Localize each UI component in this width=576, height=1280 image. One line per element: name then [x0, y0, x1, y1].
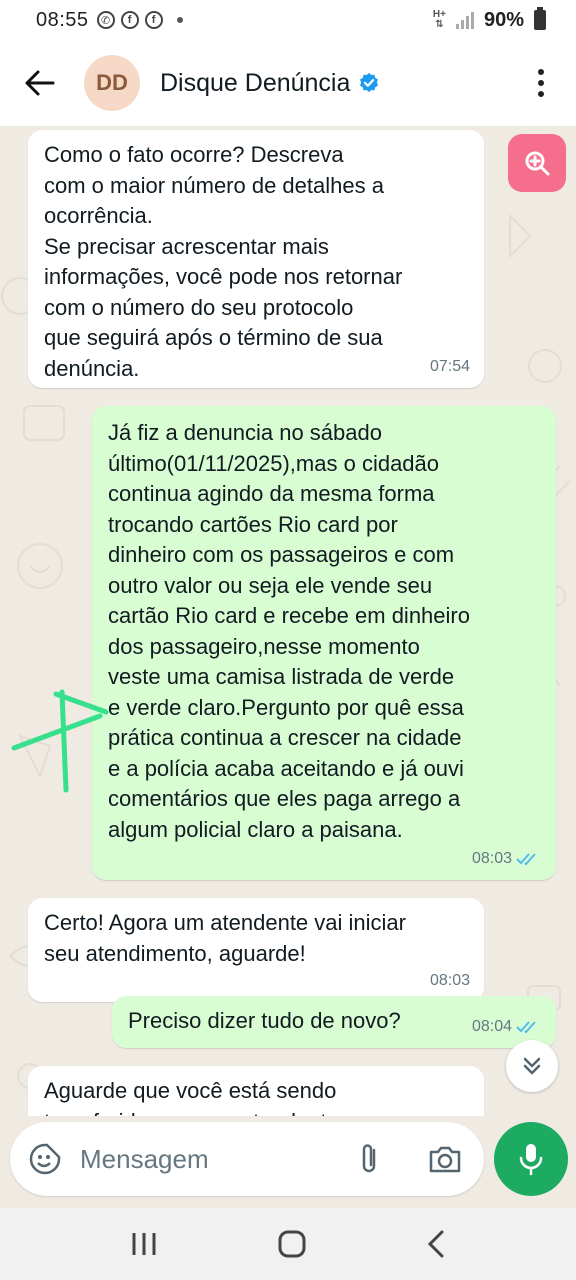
- facebook-notification-icon-2: f: [144, 11, 163, 29]
- message-outgoing[interactable]: Já fiz a denuncia no sábado último(01/11…: [92, 406, 556, 880]
- more-options-button[interactable]: [526, 69, 556, 97]
- message-incoming[interactable]: Como o fato ocorre? Descreva com o maior…: [28, 130, 484, 388]
- network-type-icon: H+ ⇅: [432, 9, 446, 30]
- more-vertical-icon: [538, 69, 544, 75]
- voice-message-button[interactable]: [494, 1122, 568, 1196]
- recent-apps-icon[interactable]: [130, 1231, 158, 1257]
- read-ticks-icon: [516, 1021, 536, 1034]
- read-ticks-icon: [516, 853, 536, 866]
- message-time: 08:04: [471, 1017, 512, 1035]
- battery-percent: 90%: [483, 8, 524, 31]
- message-time: 08:03: [471, 849, 512, 867]
- message-input[interactable]: Mensagem: [80, 1144, 356, 1175]
- back-button[interactable]: [20, 63, 60, 103]
- scroll-to-bottom-button[interactable]: [506, 1040, 558, 1092]
- contact-name: Disque Denúncia: [160, 68, 351, 97]
- chat-area[interactable]: Como o fato ocorre? Descreva com o maior…: [0, 126, 576, 1116]
- whatsapp-notification-icon: ✆: [96, 11, 115, 29]
- zoom-button[interactable]: [508, 134, 566, 192]
- paperclip-icon[interactable]: [356, 1142, 384, 1176]
- notification-icons: ✆ f f: [96, 11, 183, 29]
- sticker-icon[interactable]: [28, 1142, 62, 1176]
- message-text: Como o fato ocorre? Descreva com o maior…: [44, 142, 403, 381]
- signal-icon: [455, 11, 474, 29]
- message-incoming[interactable]: Aguarde que você está sendo transferido …: [28, 1066, 484, 1116]
- message-text: Certo! Agora um atendente vai iniciar se…: [44, 910, 406, 966]
- double-chevron-down-icon: [523, 1057, 541, 1075]
- arrow-left-icon: [25, 70, 55, 96]
- back-nav-icon[interactable]: [426, 1230, 446, 1258]
- microphone-icon: [519, 1144, 543, 1176]
- avatar[interactable]: DD: [84, 55, 140, 111]
- verified-badge-icon: [360, 72, 379, 93]
- facebook-notification-icon: f: [120, 11, 139, 29]
- message-input-bar[interactable]: Mensagem: [10, 1122, 484, 1196]
- message-text: Já fiz a denuncia no sábado último(01/11…: [108, 420, 470, 842]
- system-navigation-bar: [0, 1208, 576, 1280]
- contact-info[interactable]: Disque Denúncia: [160, 69, 380, 98]
- message-time: 08:03: [429, 971, 470, 989]
- camera-icon[interactable]: [428, 1144, 462, 1174]
- message-composer: Mensagem: [0, 1116, 576, 1208]
- battery-icon: [534, 7, 546, 30]
- status-bar: 08:55 ✆ f f H+ ⇅ 90%: [0, 0, 576, 40]
- chat-header: DD Disque Denúncia: [0, 40, 576, 126]
- message-text: Aguarde que você está sendo transferido …: [44, 1078, 339, 1116]
- message-time: 07:54: [429, 357, 470, 375]
- message-outgoing[interactable]: Preciso dizer tudo de novo? 08:04: [112, 996, 556, 1048]
- message-incoming[interactable]: Certo! Agora um atendente vai iniciar se…: [28, 898, 484, 1002]
- home-icon[interactable]: [277, 1229, 307, 1259]
- zoom-in-icon: [525, 151, 550, 176]
- more-notifications-icon: [176, 17, 183, 23]
- status-time: 08:55: [36, 8, 89, 31]
